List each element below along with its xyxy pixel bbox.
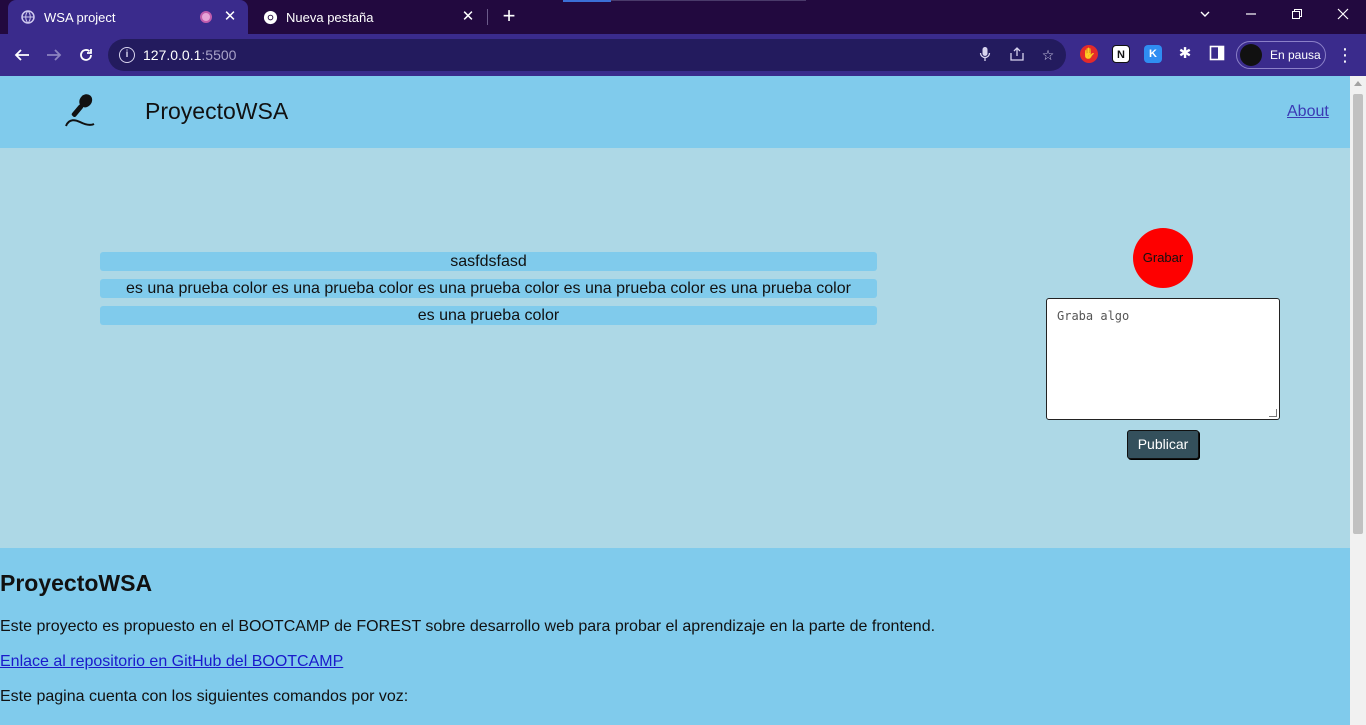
- footer-description: Este proyecto es propuesto en el BOOTCAM…: [0, 618, 936, 635]
- avatar: [1240, 44, 1262, 66]
- microphone-logo-icon: [58, 90, 98, 130]
- scroll-up-icon[interactable]: [1354, 81, 1362, 86]
- tab-strip: WSA project ✕ Nueva pestaña ✕ +: [0, 0, 1366, 34]
- site-info-icon[interactable]: i: [119, 47, 135, 63]
- tab-title: WSA project: [44, 9, 116, 25]
- tab-strip-divider: [611, 0, 806, 1]
- reload-icon[interactable]: [72, 41, 100, 69]
- message-item: es una prueba color: [100, 306, 877, 325]
- profile-button[interactable]: En pausa: [1236, 41, 1326, 69]
- tab-nueva-pestana[interactable]: Nueva pestaña ✕: [250, 0, 486, 34]
- record-button[interactable]: Grabar: [1133, 228, 1193, 288]
- transcript-textarea[interactable]: Graba algo: [1046, 298, 1280, 420]
- back-icon[interactable]: [8, 41, 36, 69]
- about-link[interactable]: About: [1287, 103, 1329, 121]
- tab-strip-indicator: [563, 0, 611, 2]
- address-url: 127.0.0.1:5500: [143, 47, 237, 63]
- tab-wsa-project[interactable]: WSA project ✕: [8, 0, 248, 34]
- forward-icon[interactable]: [40, 41, 68, 69]
- site-header: ProyectoWSA About: [0, 76, 1350, 148]
- site-title: ProyectoWSA: [145, 98, 289, 124]
- message-item: sasfdsfasd: [100, 252, 877, 271]
- globe-icon: [20, 9, 36, 25]
- message-item: es una prueba color es una prueba color …: [100, 279, 877, 298]
- share-icon[interactable]: [1008, 46, 1026, 64]
- close-window-icon[interactable]: [1320, 0, 1366, 30]
- profile-status-label: En pausa: [1270, 48, 1321, 62]
- more-menu-icon[interactable]: ⋮: [1336, 42, 1354, 68]
- repo-link[interactable]: Enlace al repositorio en GitHub del BOOT…: [0, 653, 343, 671]
- main-section: sasfdsfasd es una prueba color es una pr…: [0, 148, 1350, 548]
- recording-indicator-icon: [200, 11, 212, 23]
- new-tab-icon[interactable]: +: [498, 5, 520, 28]
- resize-handle-icon[interactable]: [1269, 409, 1277, 417]
- close-tab-icon[interactable]: ✕: [222, 9, 238, 25]
- extensions-puzzle-icon[interactable]: ✱: [1176, 45, 1194, 63]
- tab-title: Nueva pestaña: [286, 9, 374, 25]
- tab-search-chevron-icon[interactable]: [1182, 0, 1228, 30]
- site-footer: ProyectoWSA Este proyecto es propuesto e…: [0, 548, 1350, 725]
- page-viewport: ProyectoWSA About sasfdsfasd es una prue…: [0, 76, 1350, 725]
- adblock-extension-icon[interactable]: ✋: [1080, 45, 1098, 63]
- voice-commands-intro: Este pagina cuenta con los siguientes co…: [0, 688, 409, 705]
- side-panel-icon[interactable]: [1208, 45, 1226, 63]
- k-extension-icon[interactable]: K: [1144, 45, 1162, 63]
- restore-icon[interactable]: [1274, 0, 1320, 30]
- textarea-placeholder: Graba algo: [1057, 309, 1130, 323]
- close-tab-icon[interactable]: ✕: [460, 9, 476, 25]
- browser-toolbar: i 127.0.0.1:5500 ☆ ✋ N K ✱ En pausa ⋮: [0, 34, 1366, 76]
- publish-button[interactable]: Publicar: [1127, 430, 1199, 459]
- scrollbar-thumb[interactable]: [1353, 94, 1363, 534]
- footer-heading: ProyectoWSA: [0, 570, 153, 596]
- bookmark-star-icon[interactable]: ☆: [1039, 46, 1057, 64]
- tab-separator: [487, 9, 488, 25]
- notion-extension-icon[interactable]: N: [1112, 45, 1130, 63]
- minimize-icon[interactable]: [1228, 0, 1274, 30]
- microphone-icon[interactable]: [976, 46, 994, 64]
- address-bar[interactable]: i 127.0.0.1:5500 ☆: [108, 39, 1066, 71]
- chrome-icon: [262, 9, 278, 25]
- page-scrollbar[interactable]: [1350, 76, 1366, 725]
